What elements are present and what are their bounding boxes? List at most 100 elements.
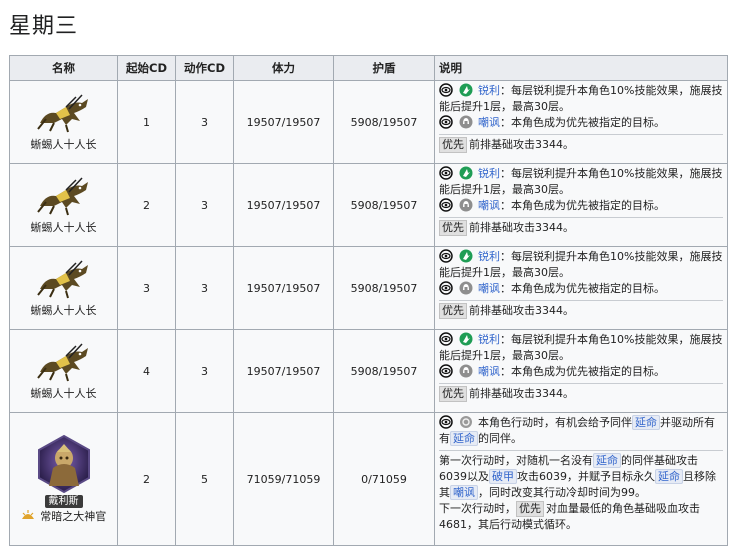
unit-cell: 蜥蜴人十人长 [9,80,118,164]
unit-name[interactable]: 蜥蜴人十人长 [10,219,117,235]
priority-text: 前排基础攻击3344。 [469,304,574,317]
table-row-boss: 戴利斯 常暗之大神官 2 5 71059/71059 0/71059 本角色行动… [9,412,728,546]
boss-next-action: 下一次行动时， 优先 对血量最低的角色基础吸血攻击4681，其后行动模式循环。 [439,501,723,533]
page-title: 星期三 [9,14,79,39]
unit-name[interactable]: 蜥蜴人十人长 [10,302,117,318]
priority-line: 优先 前排基础攻击3344。 [439,137,723,153]
boss-p3-a: 下一次行动时， [439,502,516,515]
taunt-skill-line: 嘲讽：本角色成为优先被指定的目标。 [439,281,723,297]
keyword-taunt[interactable]: 嘲讽 [478,365,500,378]
passive-eye-icon [439,332,453,346]
unit-name[interactable]: 蜥蜴人十人长 [10,385,117,401]
sharp-buff-icon [459,166,472,180]
priority-tag[interactable]: 优先 [439,220,467,236]
keyword-extend-life[interactable]: 延命 [450,431,478,446]
shield-cell: 5908/19507 [333,246,435,330]
lizardman-sprite-image[interactable] [36,176,92,216]
keyword-armor-break[interactable]: 破甲 [489,469,517,484]
taunt-text: ：本角色成为优先被指定的目标。 [500,365,665,378]
sharp-skill-line: 锐利：每层锐利提升本角色10%技能效果，施展技能后提升1层，最高30层。 [439,332,723,364]
passive-eye-icon [439,166,453,180]
boss-title-line: 常暗之大神官 [10,508,117,525]
keyword-extend-life[interactable]: 延命 [593,453,621,468]
priority-tag[interactable]: 优先 [439,137,467,153]
boss-p2-a: 第一次行动时，对随机一名没有 [439,454,593,467]
desc-divider [439,450,723,451]
boss-p2-c: 攻击6039，并赋予目标永久 [517,470,655,483]
boss-description: 本角色行动时，有机会给予同伴 延命 并驱动所有有 延命 的同伴。 第一次行动时，对随机一… [434,412,728,546]
priority-text: 前排基础攻击3344。 [469,221,574,234]
sharp-buff-icon [459,83,472,97]
boss-unit-cell: 戴利斯 常暗之大神官 [9,412,118,546]
unit-cell: 蜥蜴人十人长 [9,329,118,413]
col-header-shield[interactable]: 护盾 [333,55,435,81]
col-header-desc[interactable]: 说明 [434,55,728,81]
keyword-sharp[interactable]: 锐利 [478,250,500,263]
keyword-extend-life[interactable]: 延命 [632,415,660,430]
hp-cell: 19507/19507 [233,329,334,413]
hp-cell: 19507/19507 [233,163,334,247]
keyword-taunt[interactable]: 嘲讽 [478,282,500,295]
action-cd-cell: 3 [175,329,234,413]
keyword-sharp[interactable]: 锐利 [478,167,500,180]
taunt-text: ：本角色成为优先被指定的目标。 [500,116,665,129]
keyword-sharp[interactable]: 锐利 [478,333,500,346]
boss-title[interactable]: 常暗之大神官 [40,510,106,523]
passive-eye-icon [439,364,453,378]
gear-skill-icon [459,416,472,428]
desc-divider [439,134,723,135]
start-cd-cell: 4 [117,329,176,413]
description-cell: 锐利：每层锐利提升本角色10%技能效果，施展技能后提升1层，最高30层。 嘲讽：… [434,246,728,330]
priority-tag[interactable]: 优先 [439,303,467,319]
shield-cell: 5908/19507 [333,329,435,413]
desc-divider [439,217,723,218]
lizardman-sprite-image[interactable] [36,259,92,299]
priority-tag[interactable]: 优先 [516,501,544,517]
start-cd-cell: 1 [117,80,176,164]
taunt-helmet-icon [459,364,472,378]
priority-text: 前排基础攻击3344。 [469,387,574,400]
unit-cell: 蜥蜴人十人长 [9,246,118,330]
boss-p1-end: 的同伴。 [478,432,522,445]
keyword-taunt[interactable]: 嘲讽 [478,116,500,129]
table-row: 蜥蜴人十人长 2 3 19507/19507 5908/19507 锐利：每层锐… [9,163,728,247]
description-cell: 锐利：每层锐利提升本角色10%技能效果，施展技能后提升1层，最高30层。 嘲讽：… [434,329,728,413]
col-header-hp[interactable]: 体力 [233,55,334,81]
taunt-skill-line: 嘲讽：本角色成为优先被指定的目标。 [439,198,723,214]
sharp-skill-line: 锐利：每层锐利提升本角色10%技能效果，施展技能后提升1层，最高30层。 [439,166,723,198]
hp-cell: 19507/19507 [233,80,334,164]
description-cell: 锐利：每层锐利提升本角色10%技能效果，施展技能后提升1层，最高30层。 嘲讽：… [434,80,728,164]
keyword-sharp[interactable]: 锐利 [478,84,500,97]
keyword-taunt[interactable]: 嘲讽 [478,199,500,212]
action-cd-cell: 3 [175,246,234,330]
sharp-skill-line: 锐利：每层锐利提升本角色10%技能效果，施展技能后提升1层，最高30层。 [439,83,723,115]
boss-hp: 71059/71059 [233,412,334,546]
col-header-action-cd[interactable]: 动作CD [175,55,234,81]
unit-cell: 蜥蜴人十人长 [9,163,118,247]
lizardman-sprite-image[interactable] [36,93,92,133]
passive-eye-icon [439,249,453,263]
keyword-extend-life[interactable]: 延命 [655,469,683,484]
boss-portrait-image[interactable] [35,434,93,494]
unit-name[interactable]: 蜥蜴人十人长 [10,136,117,152]
col-header-start-cd[interactable]: 起始CD [117,55,176,81]
shield-cell: 5908/19507 [333,80,435,164]
taunt-helmet-icon [459,198,472,212]
action-cd-cell: 3 [175,80,234,164]
table-row: 蜥蜴人十人长 4 3 19507/19507 5908/19507 锐利：每层锐… [9,329,728,413]
passive-eye-icon [439,415,453,429]
boss-passive-line: 本角色行动时，有机会给予同伴 延命 并驱动所有有 延命 的同伴。 [439,415,723,447]
boss-p2-e: ，同时改变其行动冷却时间为99。 [478,486,646,499]
keyword-taunt[interactable]: 嘲讽 [450,485,478,500]
col-header-name[interactable]: 名称 [9,55,118,81]
hp-cell: 19507/19507 [233,246,334,330]
sun-emblem-icon [21,509,34,519]
table-row: 蜥蜴人十人长 1 3 19507/19507 5908/19507 锐利：每层锐… [9,80,728,164]
lizardman-sprite-image[interactable] [36,342,92,382]
priority-tag[interactable]: 优先 [439,386,467,402]
priority-line: 优先 前排基础攻击3344。 [439,303,723,319]
boss-start-cd: 2 [117,412,176,546]
shield-cell: 5908/19507 [333,163,435,247]
description-cell: 锐利：每层锐利提升本角色10%技能效果，施展技能后提升1层，最高30层。 嘲讽：… [434,163,728,247]
passive-eye-icon [439,198,453,212]
